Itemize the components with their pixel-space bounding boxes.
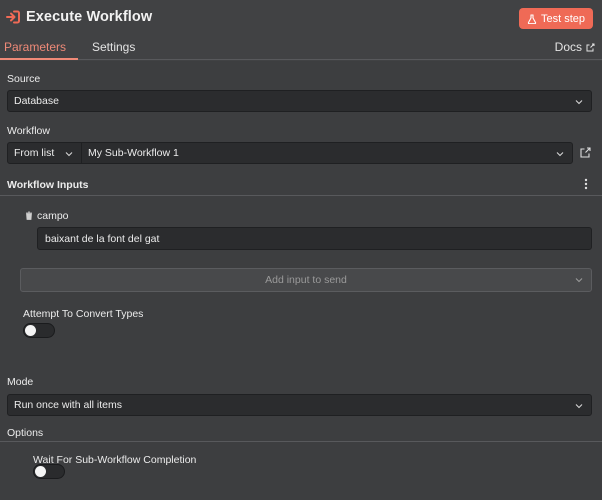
- external-link-icon: [586, 43, 595, 51]
- workflow-inputs-divider: [0, 195, 602, 196]
- test-step-label: Test step: [540, 12, 586, 25]
- convert-types-toggle[interactable]: [23, 323, 55, 338]
- trash-icon[interactable]: [25, 211, 33, 220]
- test-step-button[interactable]: Test step: [519, 8, 593, 29]
- campo-value-input[interactable]: baixant de la font del gat: [37, 227, 592, 250]
- tab-parameters[interactable]: Parameters: [4, 40, 66, 54]
- add-input-select[interactable]: Add input to send: [20, 268, 592, 292]
- node-header: Execute Workflow Test step: [0, 0, 602, 36]
- wait-completion-toggle[interactable]: [33, 464, 65, 479]
- more-options-icon[interactable]: [584, 178, 588, 190]
- chevron-down-icon: [65, 152, 73, 157]
- options-divider: [0, 441, 602, 442]
- convert-types-label: Attempt To Convert Types: [23, 308, 144, 320]
- active-tab-indicator: [0, 58, 78, 60]
- source-value: Database: [14, 95, 59, 107]
- workflow-label: Workflow: [7, 125, 50, 137]
- mode-label: Mode: [7, 376, 34, 388]
- add-input-placeholder: Add input to send: [265, 274, 347, 286]
- source-label: Source: [7, 73, 41, 85]
- tab-bar: Parameters Settings Docs: [0, 36, 602, 60]
- chevron-down-icon: [575, 100, 583, 105]
- input-field-name: campo: [37, 210, 69, 222]
- chevron-down-icon: [575, 278, 583, 283]
- flask-icon: [527, 13, 537, 24]
- chevron-down-icon: [556, 152, 564, 157]
- workflow-select[interactable]: My Sub-Workflow 1: [81, 142, 573, 164]
- mode-select[interactable]: Run once with all items: [7, 394, 592, 416]
- workflow-mode-select[interactable]: From list: [7, 142, 82, 164]
- workflow-selected-value: My Sub-Workflow 1: [88, 147, 179, 159]
- docs-link[interactable]: Docs: [555, 40, 595, 54]
- workflow-inputs-label: Workflow Inputs: [7, 179, 89, 191]
- tab-settings[interactable]: Settings: [92, 40, 135, 54]
- title-wrap: Execute Workflow: [6, 9, 152, 25]
- options-label: Options: [7, 427, 44, 439]
- source-select[interactable]: Database: [7, 90, 592, 112]
- mode-value: Run once with all items: [14, 399, 122, 411]
- execute-workflow-icon: [6, 10, 20, 24]
- open-workflow-icon[interactable]: [580, 147, 591, 158]
- campo-value: baixant de la font del gat: [45, 232, 160, 245]
- page-title: Execute Workflow: [26, 9, 153, 25]
- workflow-mode-value: From list: [14, 147, 55, 159]
- docs-label: Docs: [554, 40, 582, 54]
- chevron-down-icon: [575, 404, 583, 409]
